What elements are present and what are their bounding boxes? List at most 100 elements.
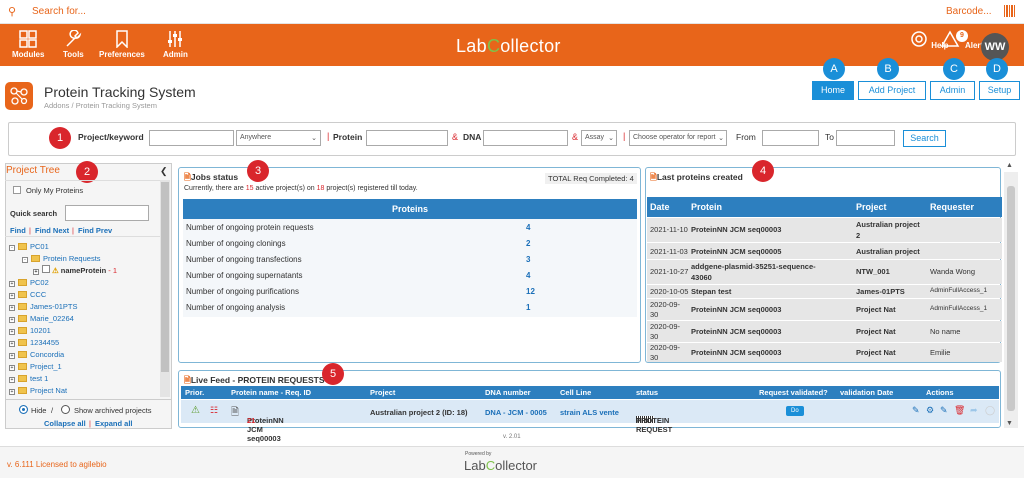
admin-button[interactable]: Admin — [930, 81, 975, 100]
home-button[interactable]: Home — [812, 81, 854, 100]
collapse-all-link[interactable]: Collapse all — [44, 419, 86, 428]
tree-item-ccc[interactable]: + CCC — [9, 290, 46, 299]
row-protein[interactable]: ProteinNN JCM seq00003 — [691, 327, 781, 336]
powered-by-label: Powered by — [465, 451, 492, 457]
table-row[interactable]: ⚠ ☷ 🗎 ProteinNN JCM seq00003 - 21 Austra… — [181, 400, 999, 452]
share-icon[interactable]: ➦ — [970, 405, 978, 416]
table-row[interactable]: 2020-10-05 Stepan test James-01PTS AdminFul… — [647, 285, 1002, 298]
jobs-row-value[interactable]: 3 — [526, 255, 530, 264]
row-protein[interactable]: ProteinNN JCM seq00003 — [691, 225, 781, 234]
hierarchy-icon[interactable]: ☷ — [210, 405, 218, 416]
nav-admin[interactable]: Admin — [163, 30, 188, 59]
lock-icon[interactable]: ◯ — [985, 405, 995, 416]
settings-icon[interactable]: ⚙ — [926, 405, 934, 416]
last-proteins-title: 🗎Last proteins created — [650, 172, 743, 186]
jobs-row-value[interactable]: 1 — [526, 303, 530, 312]
table-row[interactable]: 2020-09- 30 ProteinNN JCM seq00003 Project … — [647, 299, 1002, 320]
tree-scrollbar[interactable] — [160, 180, 170, 397]
quick-search-input[interactable] — [65, 205, 149, 221]
collapse-toggle-icon[interactable]: - — [9, 245, 15, 251]
search-button[interactable]: Search — [903, 130, 946, 147]
anywhere-select[interactable]: Anywhere ⌄ — [236, 130, 321, 146]
table-row[interactable]: 2020-09- 30 ProteinNN JCM seq00003 Project … — [647, 321, 1002, 342]
collapse-toggle-icon[interactable]: - — [22, 257, 28, 263]
edit-icon[interactable]: ✎ — [912, 405, 920, 416]
row-protein[interactable]: ProteinNN JCM seq00003 — [691, 348, 781, 357]
project-keyword-input[interactable] — [149, 130, 234, 146]
tree-item-project-nat[interactable]: + Project Nat — [9, 386, 67, 395]
dna-input[interactable] — [483, 130, 568, 146]
expand-toggle-icon[interactable]: + — [9, 365, 15, 371]
tree-item-marie[interactable]: + Marie_02264 — [9, 314, 74, 323]
nav-preferences[interactable]: Preferences — [99, 30, 145, 59]
jobs-row-value[interactable]: 2 — [526, 239, 530, 248]
search-icon[interactable]: ⚲ — [8, 5, 16, 18]
nav-preferences-label: Preferences — [99, 50, 145, 59]
table-row[interactable]: 2020-09- 30 ProteinNN JCM seq00003 Project … — [647, 343, 1002, 362]
expand-toggle-icon[interactable]: + — [9, 317, 15, 323]
protein-input[interactable] — [366, 130, 448, 146]
to-date-input[interactable] — [836, 130, 895, 146]
row-protein[interactable]: Stepan test — [691, 287, 731, 296]
show-archived-radio[interactable] — [61, 405, 70, 414]
tree-scroll-thumb[interactable] — [161, 182, 169, 372]
jobs-row-value[interactable]: 12 — [526, 287, 535, 296]
scroll-down-icon[interactable]: ▼ — [1006, 420, 1013, 427]
table-row[interactable]: 2021-11-03 ProteinNN JCM seq00005 Australi… — [647, 243, 1002, 259]
tree-item-james[interactable]: + James-01PTS — [9, 302, 78, 311]
expand-toggle-icon[interactable]: + — [9, 377, 15, 383]
expand-toggle-icon[interactable]: + — [9, 389, 15, 395]
row-protein[interactable]: ProteinNN JCM seq00005 — [691, 247, 781, 256]
table-row[interactable]: 2021-11-10 ProteinNN JCM seq00003 Australi… — [647, 218, 1002, 242]
row-protein[interactable]: addgene-plasmid-35251-sequence- — [691, 262, 816, 271]
only-my-proteins-checkbox[interactable] — [13, 186, 21, 194]
tree-item-test-1[interactable]: + test 1 — [9, 374, 48, 383]
jobs-row-value[interactable]: 4 — [526, 271, 530, 280]
table-row[interactable]: 2021-10-27 addgene-plasmid-35251-sequence… — [647, 260, 1002, 284]
expand-toggle-icon[interactable]: + — [9, 305, 15, 311]
expand-toggle-icon[interactable]: + — [9, 353, 15, 359]
barcode-input[interactable]: Barcode... — [946, 6, 992, 17]
setup-button[interactable]: Setup — [979, 81, 1020, 100]
nav-tools[interactable]: Tools — [63, 30, 84, 59]
row-cell-line[interactable]: strain ALS vente — [560, 408, 619, 417]
tree-item-pc01[interactable]: - PC01 — [9, 242, 49, 251]
hide-radio[interactable] — [19, 405, 28, 414]
expand-toggle-icon[interactable]: + — [9, 293, 15, 299]
from-date-input[interactable] — [762, 130, 819, 146]
expand-toggle-icon[interactable]: + — [33, 269, 39, 275]
expand-toggle-icon[interactable]: + — [9, 341, 15, 347]
avatar[interactable]: WW — [981, 33, 1009, 61]
jobs-row-value[interactable]: 4 — [526, 223, 530, 232]
find-next-link[interactable]: Find Next — [35, 226, 69, 235]
collapse-panel-icon[interactable]: ❮ — [160, 166, 168, 177]
global-search-input[interactable]: Search for... — [32, 6, 86, 17]
row-project: Australian project — [856, 220, 920, 229]
trash-icon[interactable]: 🗑 — [954, 405, 965, 416]
barcode-icon[interactable] — [1004, 5, 1016, 17]
expand-toggle-icon[interactable]: + — [9, 281, 15, 287]
tree-item-project-1[interactable]: + Project_1 — [9, 362, 62, 371]
expand-all-link[interactable]: Expand all — [95, 419, 133, 428]
document-icon[interactable]: 🗎 — [231, 405, 239, 422]
add-project-button[interactable]: Add Project — [858, 81, 926, 100]
tree-item-protein-requests[interactable]: - Protein Requests — [22, 254, 101, 263]
find-link[interactable]: Find — [10, 226, 26, 235]
row-protein[interactable]: ProteinNN JCM seq00003 — [691, 305, 781, 314]
validate-button[interactable]: Do — [786, 406, 804, 416]
main-scroll-thumb[interactable] — [1007, 186, 1015, 411]
expand-toggle-icon[interactable]: + — [9, 329, 15, 335]
main-scrollbar[interactable] — [1004, 172, 1018, 428]
operator-select[interactable]: Choose operator for report ⌄ — [629, 130, 727, 146]
row-dna[interactable]: DNA - JCM - 0005 — [485, 408, 547, 417]
tree-item-nameprotein[interactable]: + ⚠ nameProtein - 1 — [33, 265, 117, 275]
scroll-up-icon[interactable]: ▲ — [1006, 162, 1013, 169]
pencil-icon[interactable]: ✎ — [940, 405, 948, 416]
tree-item-pc02[interactable]: + PC02 — [9, 278, 49, 287]
tree-item-concordia[interactable]: + Concordia — [9, 350, 64, 359]
assay-select[interactable]: Assay ⌄ — [581, 130, 617, 146]
find-prev-link[interactable]: Find Prev — [78, 226, 112, 235]
tree-item-10201[interactable]: +10201 — [9, 326, 51, 335]
tree-item-1234455[interactable]: +1234455 — [9, 338, 59, 347]
nav-modules[interactable]: Modules — [12, 30, 44, 59]
